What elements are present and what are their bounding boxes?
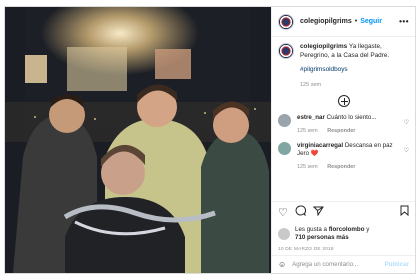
follow-button[interactable]: Seguir [360, 18, 382, 25]
comment-avatar[interactable] [278, 114, 291, 127]
comment-like-heart-icon[interactable]: ♡ [404, 147, 409, 155]
post-photo[interactable] [5, 7, 271, 273]
caption-avatar[interactable] [278, 43, 294, 59]
heart-icon[interactable]: ♡ [278, 206, 288, 219]
likes-prefix: Les gusta a [295, 226, 327, 233]
reply-button[interactable]: Responder [327, 164, 355, 170]
comment-meta: 125 sem Responder [297, 163, 405, 171]
first-liker[interactable]: florcolombo [329, 226, 365, 233]
comment-like-heart-icon[interactable]: ♡ [404, 119, 409, 127]
post-sidebar: colegiopilgrims • Seguir ••• colegiopilg… [271, 7, 415, 273]
likes-summary: Les gusta a florcolombo y 710 personas m… [278, 226, 409, 242]
share-icon[interactable] [312, 205, 324, 219]
comment-age: 125 sem [297, 128, 318, 134]
post-header: colegiopilgrims • Seguir ••• [272, 7, 415, 37]
bookmark-icon[interactable] [400, 205, 409, 219]
comment-avatar[interactable] [278, 142, 291, 155]
account-avatar[interactable] [278, 13, 294, 30]
post-caption: colegiopilgrims Ya llegaste, Peregrino, … [272, 37, 415, 89]
caption-age: 125 sem [300, 81, 322, 88]
emoji-icon[interactable]: ☺ [278, 260, 286, 269]
add-comment-bar: ☺ Agrega un comentario... Publicar [272, 255, 415, 273]
reply-button[interactable]: Responder [327, 128, 355, 134]
comment-item: estre_nar Cuánto lo siento... 125 sem Re… [272, 107, 415, 135]
comment-input[interactable]: Agrega un comentario... [292, 261, 358, 268]
action-icons: ♡ [278, 205, 409, 219]
publish-button[interactable]: Publicar [385, 261, 409, 268]
caption-hashtag[interactable]: #pilgrimsoldboys [300, 66, 409, 75]
post-actions: ♡ Les gusta a florcolombo y 710 personas [272, 201, 415, 252]
comment-meta: 125 sem Responder [297, 127, 405, 135]
comment-username[interactable]: virginiacarregal [297, 142, 343, 149]
likes-others[interactable]: 710 personas más [295, 234, 349, 241]
comment-item: virginiacarregal Descansa en paz Jero ❤️… [272, 135, 415, 171]
likes-connector: y [366, 226, 370, 233]
comment-body: virginiacarregal Descansa en paz Jero ❤️… [297, 142, 405, 171]
comment-text: Cuánto lo siento... [326, 114, 377, 121]
comment-age: 125 sem [297, 164, 318, 170]
account-username[interactable]: colegiopilgrims [300, 18, 352, 25]
load-more-comments-icon[interactable] [337, 95, 350, 107]
caption-username[interactable]: colegiopilgrims [300, 43, 347, 50]
post-date: 10 DE MARZO DE 2018 [278, 247, 334, 252]
comment-username[interactable]: estre_nar [297, 114, 325, 121]
concert-group-photo [5, 7, 271, 273]
liker-avatar[interactable] [278, 228, 290, 240]
comment-icon[interactable] [295, 205, 306, 219]
red-heart-emoji: ❤️ [310, 150, 319, 157]
likes-text: Les gusta a florcolombo y 710 personas m… [295, 226, 369, 242]
more-options-icon[interactable]: ••• [399, 17, 409, 26]
instagram-post: colegiopilgrims • Seguir ••• colegiopilg… [4, 6, 416, 274]
caption-body: colegiopilgrims Ya llegaste, Peregrino, … [300, 43, 409, 89]
comment-body: estre_nar Cuánto lo siento... 125 sem Re… [297, 114, 405, 135]
separator-dot: • [354, 18, 358, 25]
